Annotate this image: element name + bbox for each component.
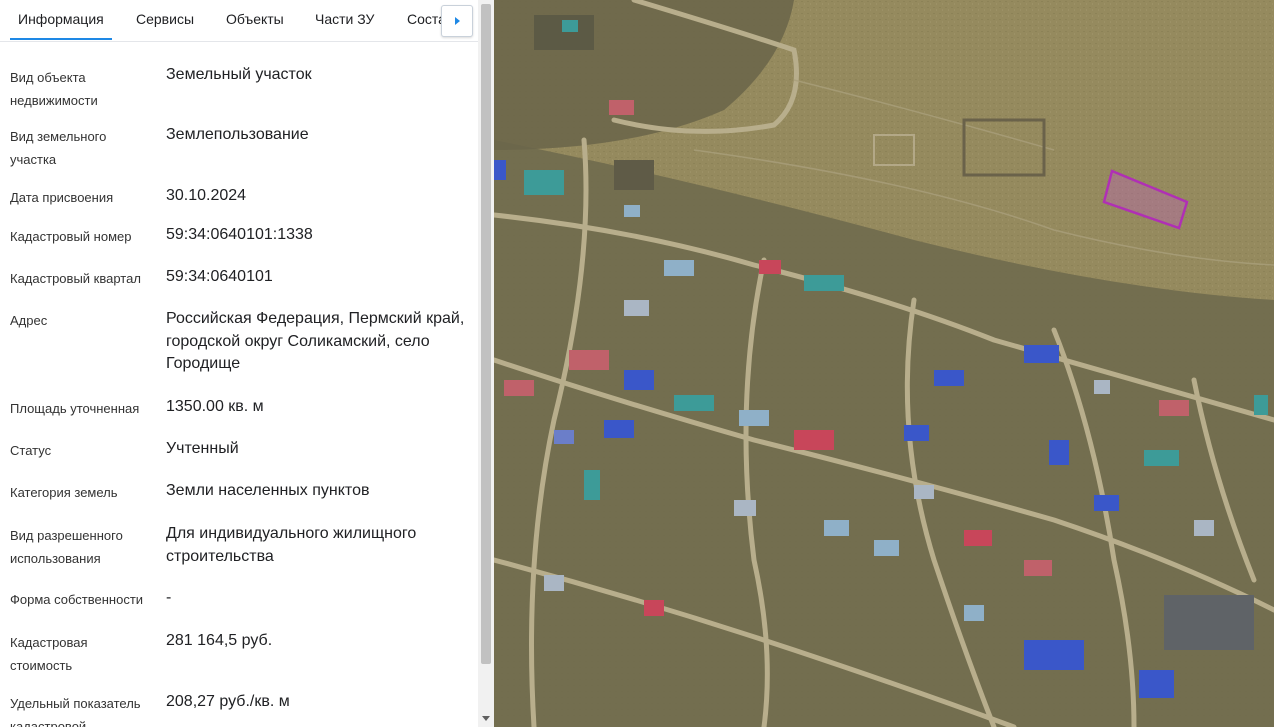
info-label: Форма собственности bbox=[10, 592, 144, 607]
info-label: Кадастровая стоимость bbox=[10, 635, 88, 673]
tab-information[interactable]: Информация bbox=[10, 0, 112, 40]
info-value: 208,27 руб./кв. м bbox=[166, 693, 290, 710]
scrollbar-thumb[interactable] bbox=[481, 4, 491, 664]
info-value: Земли населенных пунктов bbox=[166, 482, 370, 499]
panel-scrollbar[interactable] bbox=[478, 0, 494, 727]
info-value: Земельный участок bbox=[166, 66, 312, 83]
satellite-map[interactable] bbox=[494, 0, 1274, 727]
info-label: Площадь уточненная bbox=[10, 401, 140, 416]
scroll-down-arrow-icon[interactable] bbox=[482, 716, 490, 721]
info-value: Для индивидуального жилищного строительс… bbox=[166, 525, 417, 565]
tab-bar: Информация Сервисы Объекты Части ЗУ Сост… bbox=[0, 0, 478, 42]
info-label: Кадастровый номер bbox=[10, 229, 132, 244]
tabs-next-button[interactable] bbox=[441, 5, 473, 37]
info-label: Статус bbox=[10, 443, 52, 458]
info-label: Категория земель bbox=[10, 485, 118, 500]
info-value: Российская Федерация, Пермский край, гор… bbox=[166, 310, 465, 372]
info-label: Адрес bbox=[10, 313, 48, 328]
tab-parcel-parts[interactable]: Части ЗУ bbox=[315, 0, 374, 40]
info-label: Вид объекта недвижимости bbox=[10, 70, 98, 108]
info-label: Вид разрешенного использования bbox=[10, 528, 123, 566]
info-value: Учтенный bbox=[166, 440, 239, 457]
info-value: 59:34:0640101:1338 bbox=[166, 226, 313, 243]
tab-objects[interactable]: Объекты bbox=[226, 0, 284, 40]
info-value: 30.10.2024 bbox=[166, 187, 247, 204]
info-value: 281 164,5 руб. bbox=[166, 632, 273, 649]
info-value: Землепользование bbox=[166, 126, 309, 143]
info-label: Вид земельного участка bbox=[10, 129, 107, 167]
info-label: Удельный показатель кадастровой bbox=[10, 696, 141, 727]
info-label: Дата присвоения bbox=[10, 190, 114, 205]
info-panel: Информация Сервисы Объекты Части ЗУ Сост… bbox=[0, 0, 494, 727]
tab-services[interactable]: Сервисы bbox=[136, 0, 194, 40]
map-imagery bbox=[494, 0, 1274, 727]
info-value: - bbox=[166, 589, 172, 606]
info-value: 1350.00 кв. м bbox=[166, 398, 264, 415]
info-value: 59:34:0640101 bbox=[166, 268, 273, 285]
info-label: Кадастровый квартал bbox=[10, 271, 141, 286]
